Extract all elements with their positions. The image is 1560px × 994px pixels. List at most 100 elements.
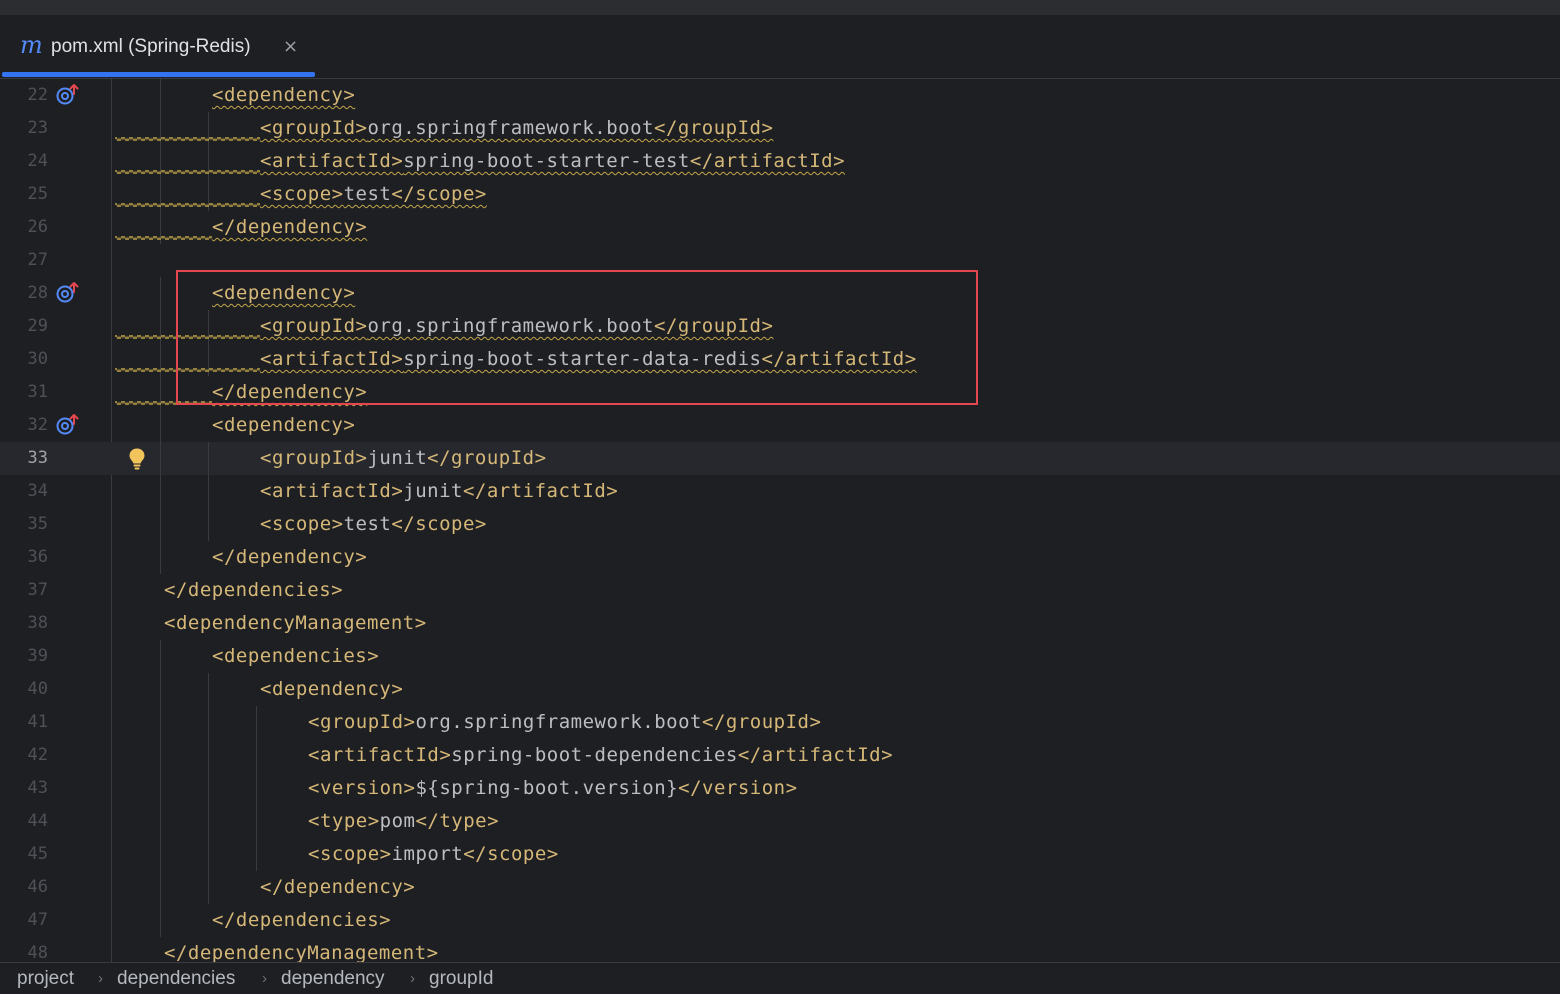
line-number[interactable]: 35 [0,514,48,534]
breadcrumb-dependencies[interactable]: dependencies [117,968,235,990]
indent-guide [160,871,161,904]
code-text: <dependency> [212,85,355,105]
code-line[interactable]: 26 </dependency> [0,211,1560,244]
xml-tag: </scope> [391,183,487,205]
xml-text: import [391,843,464,865]
code-line[interactable]: 38 <dependencyManagement> [0,607,1560,640]
override-icon[interactable] [55,413,81,437]
line-number[interactable]: 48 [0,943,48,962]
code-text: <dependencyManagement> [164,613,427,633]
code-line[interactable]: 35 <scope>test</scope> [0,508,1560,541]
line-number[interactable]: 29 [0,316,48,336]
line-number[interactable]: 34 [0,481,48,501]
indent-guide [256,838,257,871]
code-line[interactable]: 45 <scope>import</scope> [0,838,1560,871]
line-number[interactable]: 25 [0,184,48,204]
line-number[interactable]: 43 [0,778,48,798]
code-line[interactable]: 48 </dependencyManagement> [0,937,1560,962]
line-number[interactable]: 26 [0,217,48,237]
indent-guide [160,805,161,838]
code-text: <type>pom</type> [308,811,499,831]
indent-guide [160,541,161,574]
code-line[interactable]: 25 <scope>test</scope> [0,178,1560,211]
xml-tag: <scope> [260,513,344,535]
indent-guide [208,673,209,706]
xml-tag: <scope> [308,843,392,865]
override-icon[interactable] [55,281,81,305]
code-line[interactable]: 47 </dependencies> [0,904,1560,937]
line-number[interactable]: 24 [0,151,48,171]
line-number[interactable]: 38 [0,613,48,633]
warning-squiggle [115,203,260,207]
breadcrumb-groupid[interactable]: groupId [429,968,493,990]
line-number[interactable]: 28 [0,283,48,303]
line-number[interactable]: 31 [0,382,48,402]
xml-tag: </dependencies> [212,909,392,931]
line-number[interactable]: 40 [0,679,48,699]
code-text: <dependencies> [212,646,379,666]
line-number[interactable]: 23 [0,118,48,138]
code-line[interactable]: 36 </dependency> [0,541,1560,574]
indent-guide [160,838,161,871]
line-number[interactable]: 27 [0,250,48,270]
code-line[interactable]: 43 <version>${spring-boot.version}</versi… [0,772,1560,805]
line-number[interactable]: 44 [0,811,48,831]
chevron-right-icon: › [262,970,267,987]
indent-guide [208,805,209,838]
close-icon[interactable]: × [283,36,298,58]
line-number[interactable]: 39 [0,646,48,666]
code-text: </dependencies> [212,910,391,930]
indent-guide [256,772,257,805]
line-number[interactable]: 36 [0,547,48,567]
code-text: <groupId>org.springframework.boot</group… [308,712,821,732]
line-number[interactable]: 45 [0,844,48,864]
code-line[interactable]: 33 <groupId>junit</groupId> [0,442,1560,475]
code-editor[interactable]: 22 <dependency> 23 <groupId>org.springframe… [0,79,1560,962]
code-line[interactable]: 32 <dependency> [0,409,1560,442]
line-number[interactable]: 30 [0,349,48,369]
code-line[interactable]: 37 </dependencies> [0,574,1560,607]
xml-tag: </groupId> [427,447,547,469]
line-number[interactable]: 22 [0,85,48,105]
code-line[interactable]: 34 <artifactId>junit</artifactId> [0,475,1560,508]
code-text: <artifactId>spring-boot-starter-test</ar… [260,151,845,171]
code-line[interactable]: 39 <dependencies> [0,640,1560,673]
xml-tag: <version> [308,777,416,799]
lightbulb-icon[interactable] [127,447,147,471]
code-text: <dependency> [212,415,355,435]
code-text: </dependency> [260,877,415,897]
line-number[interactable]: 37 [0,580,48,600]
indent-guide [208,739,209,772]
code-text: <dependency> [260,679,403,699]
code-line[interactable]: 40 <dependency> [0,673,1560,706]
code-line[interactable]: 41 <groupId>org.springframework.boot</gro… [0,706,1560,739]
code-text: </dependencies> [164,580,343,600]
indent-guide [160,409,161,442]
line-number[interactable]: 42 [0,745,48,765]
breadcrumb-project[interactable]: project [17,968,74,990]
code-line[interactable]: 46 </dependency> [0,871,1560,904]
tab-pom-xml[interactable]: m pom.xml (Spring-Redis) × [0,15,315,78]
code-line[interactable]: 44 <type>pom</type> [0,805,1560,838]
xml-tag: <groupId> [260,447,368,469]
line-number[interactable]: 33 [0,448,48,468]
chevron-right-icon: › [98,970,103,987]
line-number[interactable]: 41 [0,712,48,732]
line-number[interactable]: 47 [0,910,48,930]
override-icon[interactable] [55,83,81,107]
xml-tag: <scope> [260,183,344,205]
xml-tag: </scope> [391,513,487,535]
indent-guide [208,871,209,904]
code-line[interactable]: 23 <groupId>org.springframework.boot</gro… [0,112,1560,145]
code-line[interactable]: 24 <artifactId>spring-boot-starter-test</… [0,145,1560,178]
indent-guide [160,904,161,937]
indent-guide [160,772,161,805]
line-number[interactable]: 32 [0,415,48,435]
code-line[interactable]: 22 <dependency> [0,79,1560,112]
indent-guide [160,442,161,475]
xml-text: ${spring-boot.version} [415,777,679,799]
line-number[interactable]: 46 [0,877,48,897]
xml-tag: <groupId> [260,117,368,139]
breadcrumb-dependency[interactable]: dependency [281,968,385,990]
code-line[interactable]: 42 <artifactId>spring-boot-dependencies</… [0,739,1560,772]
